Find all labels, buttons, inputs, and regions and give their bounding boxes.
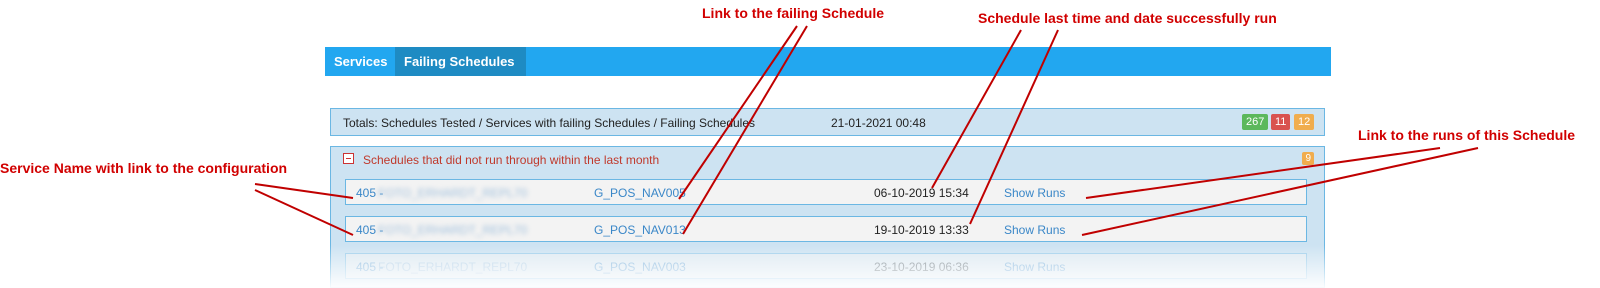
annotation-service-name: Service Name with link to the configurat… (0, 160, 288, 176)
failing-schedules-section: Schedules that did not run through withi… (330, 146, 1325, 288)
tab-failing-schedules[interactable]: Failing Schedules (395, 47, 526, 76)
last-run-timestamp: 23-10-2019 06:36 (874, 260, 969, 274)
top-nav-bar: Services Failing Schedules (325, 47, 1331, 76)
section-header[interactable]: Schedules that did not run through withi… (331, 147, 1324, 173)
last-run-timestamp: 19-10-2019 13:33 (874, 223, 969, 237)
collapse-icon[interactable] (343, 153, 354, 164)
service-name-blurred[interactable]: FOTO_ERHARDT_REPL70 (378, 223, 527, 237)
section-title: Schedules that did not run through withi… (363, 153, 660, 167)
schedule-link[interactable]: G_POS_NAV003 (594, 260, 686, 274)
services-failing-badge: 11 (1271, 114, 1291, 130)
section-count-badge: 9 (1302, 152, 1314, 165)
schedule-link[interactable]: G_POS_NAV013 (594, 223, 686, 237)
last-run-timestamp: 06-10-2019 15:34 (874, 186, 969, 200)
annotation-link-failing-schedule: Link to the failing Schedule (702, 5, 885, 21)
table-row: 405 - FOTO_ERHARDT_REPL70 G_POS_NAV003 2… (345, 253, 1307, 279)
show-runs-link[interactable]: Show Runs (1004, 223, 1065, 237)
totals-date: 21-01-2021 00:48 (831, 116, 926, 130)
table-row: 405 - FOTO_ERHARDT_REPL70 G_POS_NAV013 1… (345, 216, 1307, 242)
show-runs-link[interactable]: Show Runs (1004, 186, 1065, 200)
failing-schedules-badge: 12 (1294, 114, 1315, 130)
table-row: 405 - FOTO_ERHARDT_REPL70 G_POS_NAV005 0… (345, 179, 1307, 205)
tab-services[interactable]: Services (325, 47, 395, 76)
annotation-schedule-last-run: Schedule last time and date successfully… (978, 10, 1277, 26)
totals-label: Totals: Schedules Tested / Services with… (343, 116, 756, 130)
schedule-link[interactable]: G_POS_NAV005 (594, 186, 686, 200)
service-name-blurred[interactable]: FOTO_ERHARDT_REPL70 (378, 186, 527, 200)
annotation-link-runs: Link to the runs of this Schedule (1358, 127, 1576, 143)
schedules-tested-badge: 267 (1242, 114, 1269, 130)
service-name[interactable]: FOTO_ERHARDT_REPL70 (378, 260, 527, 274)
totals-panel: Totals: Schedules Tested / Services with… (330, 108, 1325, 136)
show-runs-link[interactable]: Show Runs (1004, 260, 1065, 274)
